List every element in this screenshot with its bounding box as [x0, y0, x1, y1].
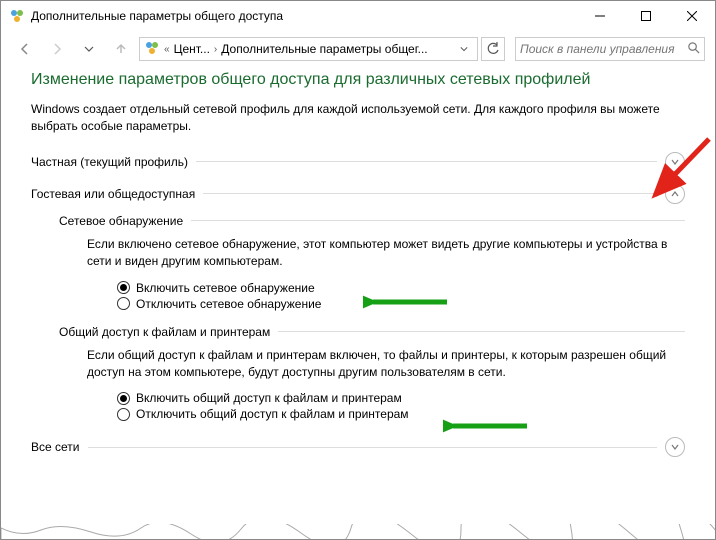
section-guest-label: Гостевая или общедоступная: [31, 187, 195, 201]
expand-icon[interactable]: [665, 152, 685, 172]
minimize-button[interactable]: [577, 1, 623, 31]
up-button[interactable]: [107, 35, 135, 63]
subsection-network-discovery-label: Сетевое обнаружение: [59, 214, 183, 228]
subsection-file-printer-sharing-label: Общий доступ к файлам и принтерам: [59, 325, 270, 339]
addressbar-dropdown-button[interactable]: [455, 38, 473, 60]
breadcrumb-chevron-icon: ›: [214, 44, 217, 55]
section-private[interactable]: Частная (текущий профиль): [31, 150, 685, 174]
window-title: Дополнительные параметры общего доступа: [31, 9, 577, 23]
radio-icon: [117, 408, 130, 421]
back-button[interactable]: [11, 35, 39, 63]
breadcrumb-chevron-icon: «: [164, 44, 170, 55]
radio-enable-network-discovery[interactable]: Включить сетевое обнаружение: [117, 281, 685, 295]
radio-disable-network-discovery[interactable]: Отключить сетевое обнаружение: [117, 297, 685, 311]
radio-label: Отключить сетевое обнаружение: [136, 297, 321, 311]
radio-label: Включить сетевое обнаружение: [136, 281, 315, 295]
close-button[interactable]: [669, 1, 715, 31]
page-heading: Изменение параметров общего доступа для …: [31, 71, 685, 89]
radio-icon: [117, 297, 130, 310]
network-icon: [144, 40, 160, 59]
section-private-label: Частная (текущий профиль): [31, 155, 188, 169]
breadcrumb-item[interactable]: Цент...: [174, 42, 210, 56]
radio-label: Отключить общий доступ к файлам и принте…: [136, 407, 409, 421]
radio-label: Включить общий доступ к файлам и принтер…: [136, 391, 402, 405]
maximize-button[interactable]: [623, 1, 669, 31]
breadcrumb-item[interactable]: Дополнительные параметры общег...: [221, 42, 427, 56]
refresh-button[interactable]: [481, 37, 505, 61]
titlebar: Дополнительные параметры общего доступа: [1, 1, 715, 31]
radio-disable-file-printer-sharing[interactable]: Отключить общий доступ к файлам и принте…: [117, 407, 685, 421]
radio-icon: [117, 281, 130, 294]
section-all-networks[interactable]: Все сети: [31, 435, 685, 459]
subsection-network-discovery: Сетевое обнаружение: [59, 214, 685, 228]
recent-locations-button[interactable]: [75, 35, 103, 63]
subsection-file-printer-sharing: Общий доступ к файлам и принтерам: [59, 325, 685, 339]
radio-icon: [117, 392, 130, 405]
collapse-icon[interactable]: [665, 184, 685, 204]
page-subtext: Windows создает отдельный сетевой профил…: [31, 101, 685, 136]
torn-edge-decoration: [1, 524, 716, 540]
searchbox[interactable]: [515, 37, 705, 61]
search-icon[interactable]: [687, 41, 700, 57]
section-all-networks-label: Все сети: [31, 440, 80, 454]
forward-button[interactable]: [43, 35, 71, 63]
search-input[interactable]: [520, 42, 687, 56]
file-printer-sharing-desc: Если общий доступ к файлам и принтерам в…: [87, 347, 685, 382]
addressbar[interactable]: « Цент... › Дополнительные параметры общ…: [139, 37, 478, 61]
expand-icon[interactable]: [665, 437, 685, 457]
radio-enable-file-printer-sharing[interactable]: Включить общий доступ к файлам и принтер…: [117, 391, 685, 405]
section-guest[interactable]: Гостевая или общедоступная: [31, 182, 685, 206]
app-icon: [9, 8, 25, 24]
network-discovery-desc: Если включено сетевое обнаружение, этот …: [87, 236, 685, 271]
navbar: « Цент... › Дополнительные параметры общ…: [1, 31, 715, 67]
